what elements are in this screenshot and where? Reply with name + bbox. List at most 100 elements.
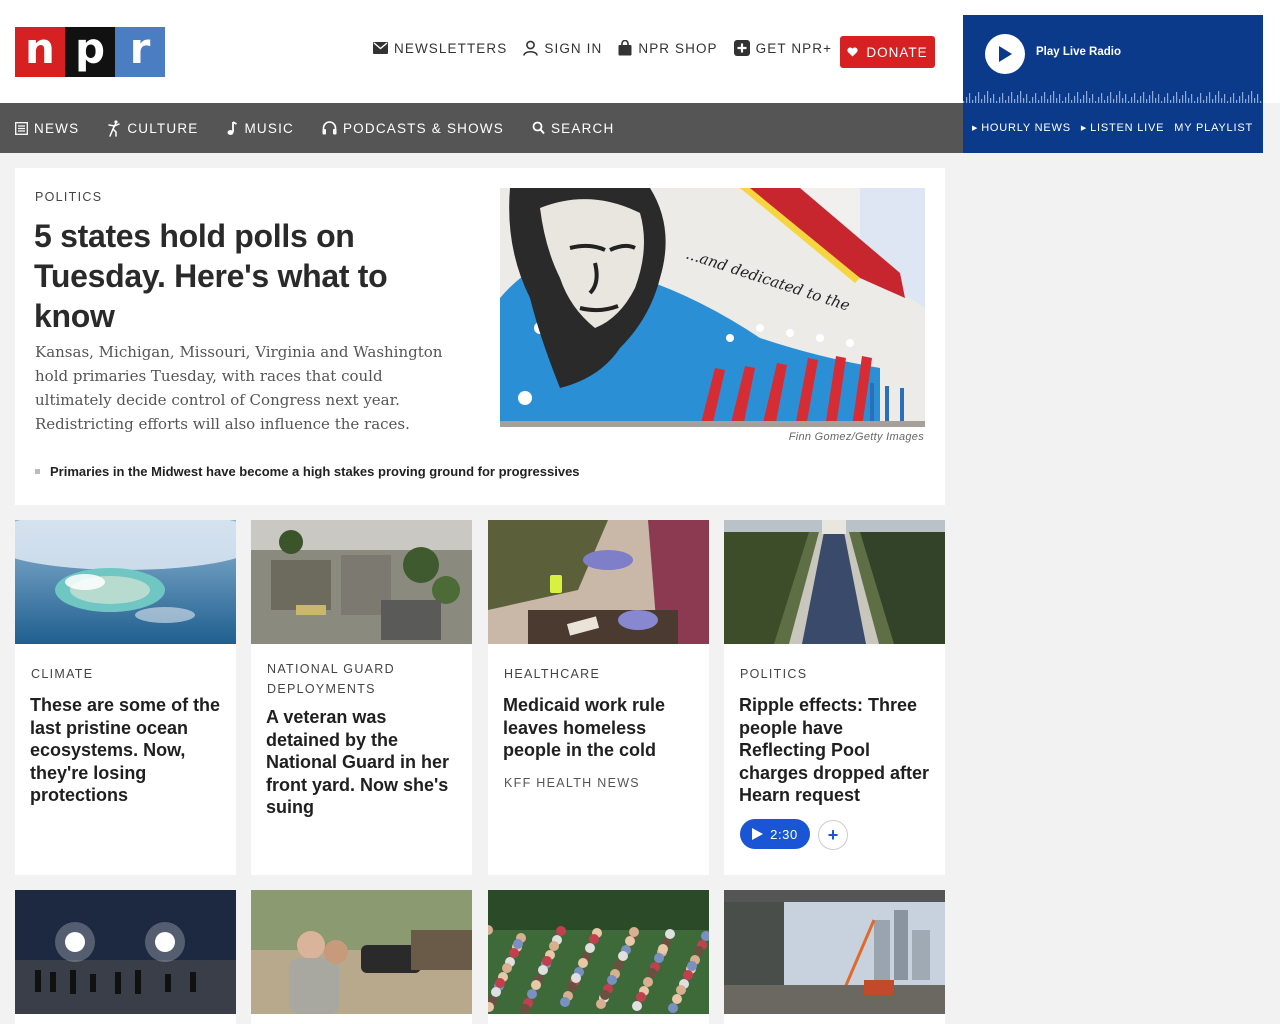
crowd-figure — [527, 989, 537, 999]
add-to-playlist-button[interactable]: + — [818, 820, 848, 850]
wave-bar — [1176, 92, 1178, 103]
wave-bar — [1173, 96, 1175, 103]
crowd-figure — [578, 958, 588, 968]
nav-search[interactable]: SEARCH — [532, 121, 614, 136]
play-live-radio-label[interactable]: Play Live Radio — [1036, 46, 1121, 58]
mural-illustration: ...and dedicated to the — [500, 188, 925, 427]
get-npr-plus-link[interactable]: GET NPR+ — [733, 40, 832, 56]
wave-bar — [1110, 92, 1112, 103]
wave-bar — [1017, 95, 1019, 103]
envelope-icon — [373, 42, 388, 54]
card-headline[interactable]: Ripple effects: Three people have Reflec… — [739, 694, 935, 807]
story-thumbnail[interactable] — [15, 520, 236, 644]
wave-bar — [1050, 95, 1052, 103]
card-headline[interactable]: Medicaid work rule leaves homeless peopl… — [503, 694, 699, 762]
story-card — [488, 890, 709, 1024]
nav-news[interactable]: NEWS — [15, 121, 79, 136]
player-links: ▶ HOURLY NEWS ▶ LISTEN LIVE MY PLAYLIST — [963, 103, 1263, 153]
bullet-square — [35, 469, 40, 474]
crowd-figure — [585, 943, 595, 953]
story-thumbnail[interactable] — [724, 520, 945, 644]
wave-bar — [1086, 91, 1088, 103]
wave-bar — [1101, 93, 1103, 103]
featured-image[interactable]: ...and dedicated to the — [500, 188, 925, 427]
featured-image-credit: Finn Gomez/Getty Images — [788, 431, 924, 443]
card-slug[interactable]: HEALTHCARE — [504, 664, 600, 684]
listen-live-link[interactable]: ▶ LISTEN LIVE — [1081, 122, 1164, 134]
card-headline[interactable]: These are some of the last pristine ocea… — [30, 694, 226, 807]
npr-logo[interactable]: n p r — [15, 27, 165, 77]
donate-button[interactable]: DONATE — [840, 36, 935, 68]
user-icon — [523, 40, 539, 56]
crowd-figure — [647, 968, 657, 978]
sign-in-link[interactable]: SIGN IN — [523, 40, 602, 56]
play-live-radio-button[interactable] — [985, 34, 1025, 74]
my-playlist-link[interactable]: MY PLAYLIST — [1174, 122, 1253, 134]
live-radio-player: Play Live Radio ▶ HOURLY NEWS ▶ LISTEN L… — [963, 15, 1263, 153]
play-icon — [999, 46, 1012, 62]
nav-podcasts-shows[interactable]: PODCASTS & SHOWS — [322, 121, 504, 136]
wave-bar — [1200, 93, 1202, 103]
headphones-icon — [322, 121, 337, 135]
crowd-figure — [571, 973, 581, 983]
nav-podcasts-label: PODCASTS & SHOWS — [342, 120, 504, 136]
wave-bar — [969, 93, 971, 103]
card-source[interactable]: KFF HEALTH NEWS — [504, 776, 640, 790]
nav-culture[interactable]: CULTURE — [107, 119, 198, 137]
wave-bar — [1233, 93, 1235, 103]
card-slug[interactable]: NATIONAL GUARD DEPLOYMENTS — [267, 659, 457, 699]
crowd-figure — [589, 934, 599, 944]
sign-in-label: SIGN IN — [544, 40, 603, 56]
npr-shop-label: NPR SHOP — [638, 40, 718, 56]
crowd-figure — [614, 960, 624, 970]
featured-slug[interactable]: POLITICS — [35, 190, 102, 204]
crowd-figure — [636, 992, 646, 1002]
plus-square-icon — [733, 40, 750, 56]
featured-related-link[interactable]: Primaries in the Midwest have become a h… — [35, 464, 580, 479]
crowd-figure — [560, 997, 570, 1007]
crowd-figure — [520, 1004, 530, 1014]
wave-bar — [978, 92, 980, 103]
triangle-right-icon: ▶ — [972, 125, 979, 132]
crowd-figure — [513, 939, 523, 949]
featured-headline[interactable]: 5 states hold polls on Tuesday. Here's w… — [34, 216, 474, 336]
story-thumbnail[interactable] — [488, 520, 709, 644]
donate-label: DONATE — [866, 44, 928, 60]
logo-letter-r: r — [115, 27, 165, 77]
story-thumbnail[interactable] — [488, 890, 709, 1014]
wave-bar — [1020, 91, 1022, 103]
featured-related-label: Primaries in the Midwest have become a h… — [50, 464, 580, 479]
featured-teaser: Kansas, Michigan, Missouri, Virginia and… — [35, 343, 443, 433]
wave-bar — [1251, 91, 1253, 103]
story-card — [15, 890, 236, 1024]
crowd-figure — [632, 1001, 642, 1011]
story-thumbnail[interactable] — [15, 890, 236, 1014]
wave-bar — [1116, 95, 1118, 103]
reflecting-pool-image — [724, 520, 945, 644]
card-slug[interactable]: CLIMATE — [31, 664, 93, 684]
crowd-figure — [509, 948, 519, 958]
wave-bar — [1107, 96, 1109, 103]
story-card-national-guard: NATIONAL GUARD DEPLOYMENTS A veteran was… — [251, 520, 472, 875]
card-headline[interactable]: A veteran was detained by the National G… — [266, 706, 462, 819]
nav-music[interactable]: MUSIC — [226, 121, 294, 136]
wave-bar — [1206, 96, 1208, 103]
newsletters-link[interactable]: NEWSLETTERS — [373, 41, 507, 56]
search-icon — [532, 121, 545, 135]
crowd-figure — [668, 1003, 678, 1013]
npr-shop-link[interactable]: NPR SHOP — [618, 40, 717, 56]
story-thumbnail[interactable] — [251, 520, 472, 644]
wave-bar — [1209, 92, 1211, 103]
hourly-news-link[interactable]: ▶ HOURLY NEWS — [972, 122, 1071, 134]
wave-bar — [1077, 92, 1079, 103]
wave-bar — [1167, 93, 1169, 103]
wave-bar — [1035, 93, 1037, 103]
crowd-figure — [694, 946, 704, 956]
wave-bar — [975, 96, 977, 103]
blood-test-image — [488, 520, 709, 644]
crowd-figure — [665, 929, 675, 939]
play-audio-button[interactable]: 2:30 — [740, 819, 810, 849]
story-thumbnail[interactable] — [724, 890, 945, 1014]
story-thumbnail[interactable] — [251, 890, 472, 1014]
card-slug[interactable]: POLITICS — [740, 664, 807, 684]
